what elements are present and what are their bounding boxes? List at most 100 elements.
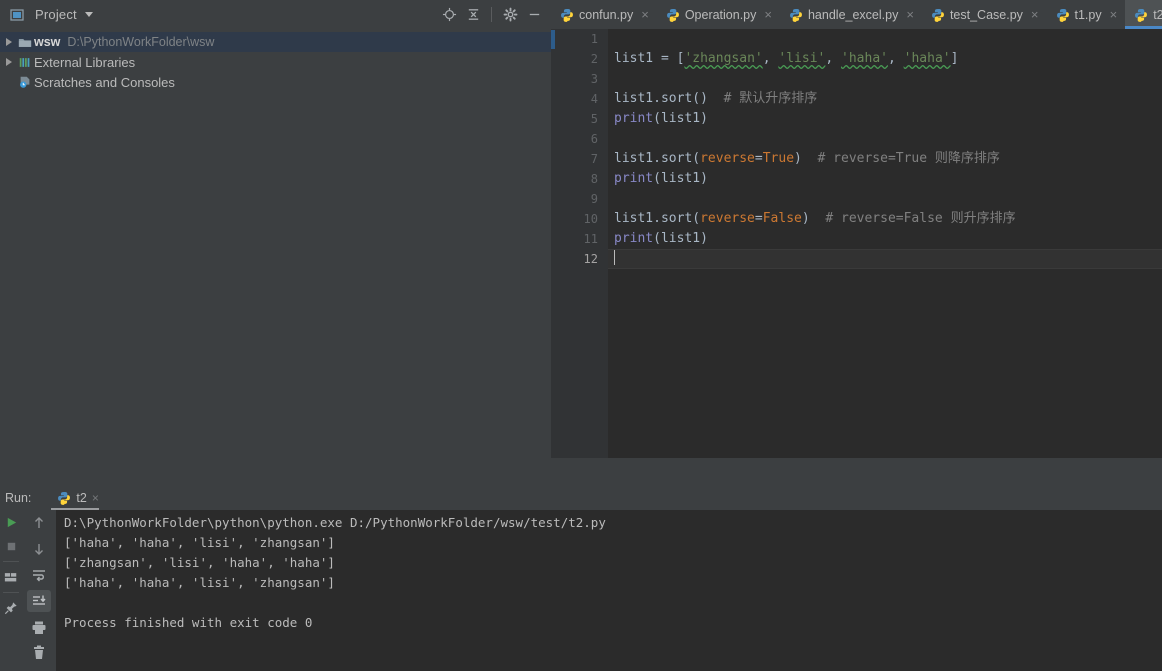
line-number: 5 [590, 112, 598, 126]
rerun-icon[interactable] [0, 510, 22, 534]
code-token-string: 'haha' [841, 51, 888, 66]
line-number: 8 [590, 172, 598, 186]
layout-icon[interactable] [0, 565, 22, 589]
console-line: Process finished with exit code 0 [64, 615, 313, 630]
editor-tab-handle_excel-py[interactable]: handle_excel.py × [780, 0, 922, 29]
close-icon[interactable]: × [92, 491, 99, 505]
code-token-plain: = [754, 211, 763, 226]
close-icon[interactable]: × [906, 8, 914, 21]
code-token-kwarg: reverse [700, 211, 755, 226]
pin-icon[interactable] [0, 596, 22, 620]
locate-target-icon[interactable] [438, 4, 460, 26]
project-panel-title: Project [35, 7, 77, 22]
editor-tab-Operation-py[interactable]: Operation.py × [657, 0, 780, 29]
scroll-to-end-icon[interactable] [22, 588, 56, 614]
console-output[interactable]: D:\PythonWorkFolder\python\python.exe D:… [56, 510, 1162, 671]
code-token-plain: ) [794, 151, 802, 166]
run-label: Run: [5, 491, 32, 505]
code-line: print(list1) [608, 109, 1162, 129]
code-token-pyfunc: print [614, 231, 654, 246]
tab-label: t2 [1153, 7, 1162, 22]
arrow-up-icon[interactable] [22, 510, 56, 536]
toolbar-divider [491, 7, 492, 22]
run-tab-t2[interactable]: t2 × [51, 486, 104, 510]
editor-tab-t2[interactable]: t2 [1125, 0, 1162, 29]
python-file-icon [931, 8, 945, 22]
line-number: 9 [590, 192, 598, 206]
console-actions-toolbar [22, 510, 56, 671]
code-token-plain: list1.sort( [614, 211, 701, 226]
line-number: 7 [590, 152, 598, 166]
python-file-icon [1134, 8, 1148, 22]
close-icon[interactable]: × [764, 8, 772, 21]
library-bars-icon [16, 56, 34, 69]
code-token-pyfunc: print [614, 171, 654, 186]
console-line: ['zhangsan', 'lisi', 'haha', 'haha'] [64, 555, 335, 570]
run-tab-label: t2 [76, 491, 87, 505]
run-panel-body: D:\PythonWorkFolder\python\python.exe D:… [0, 510, 1162, 671]
close-icon[interactable]: × [1031, 8, 1039, 21]
console-line: ['haha', 'haha', 'lisi', 'zhangsan'] [64, 575, 335, 590]
tree-item-external-libraries[interactable]: External Libraries [0, 52, 551, 72]
soft-wrap-icon[interactable] [22, 562, 56, 588]
code-token-plain: , [762, 51, 779, 66]
trash-icon[interactable] [22, 640, 56, 666]
editor-tab-confun-py[interactable]: confun.py × [551, 0, 657, 29]
pycharm-window: Project confun.py × Operation.py × handl… [0, 0, 1162, 671]
line-number: 11 [583, 232, 598, 246]
code-line: list1.sort(reverse=True) # reverse=True … [608, 149, 1162, 169]
code-token-comment: # 默认升序排序 [707, 91, 818, 106]
run-panel-header: Run: t2 × [0, 486, 1162, 510]
close-icon[interactable]: × [1110, 8, 1118, 21]
print-icon[interactable] [22, 614, 56, 640]
tab-label: handle_excel.py [807, 7, 899, 22]
arrow-down-icon[interactable] [22, 536, 56, 562]
editor-tab-test_Case-py[interactable]: test_Case.py × [922, 0, 1047, 29]
gear-icon[interactable] [499, 4, 521, 26]
code-token-pyfunc: print [614, 111, 654, 126]
code-token-plain: , [825, 51, 842, 66]
close-icon[interactable]: × [641, 8, 649, 21]
python-file-icon [666, 8, 680, 22]
stop-icon[interactable] [0, 534, 22, 558]
code-editor[interactable]: 1 2 3 4 5 6 7 8 9 10 11 12 list1 = ['zhangsan', 'li… [551, 29, 1162, 458]
triangle-right-icon[interactable] [2, 38, 16, 46]
tree-item-path: D:\PythonWorkFolder\wsw [67, 35, 215, 49]
text-cursor [614, 250, 615, 265]
collapse-all-icon[interactable] [462, 4, 484, 26]
code-token-plain: , [887, 51, 904, 66]
toolbar-divider [3, 592, 19, 593]
code-token-plain: (list1) [653, 111, 708, 126]
tab-label: t1.py [1074, 7, 1102, 22]
code-line: list1.sort(reverse=False) # reverse=Fals… [608, 209, 1162, 229]
code-token-string: 'haha' [903, 51, 951, 66]
code-line: print(list1) [608, 169, 1162, 189]
editor-tab-t1-py[interactable]: t1.py × [1047, 0, 1126, 29]
tab-label: test_Case.py [949, 7, 1023, 22]
minimize-icon[interactable] [523, 4, 545, 26]
code-line: list1.sort() # 默认升序排序 [608, 89, 1162, 109]
triangle-right-icon[interactable] [2, 58, 16, 66]
code-content[interactable]: list1 = ['zhangsan', 'lisi', 'haha', 'ha… [608, 29, 1162, 458]
code-token-plain: ) [801, 211, 810, 226]
chevron-down-icon[interactable] [84, 12, 93, 17]
python-file-icon [1056, 8, 1070, 22]
tree-item-wsw[interactable]: wsw D:\PythonWorkFolder\wsw [0, 32, 551, 52]
python-file-icon [57, 491, 71, 505]
code-token-plain: list1.sort( [614, 151, 701, 166]
tab-label: confun.py [579, 7, 634, 22]
line-number: 6 [590, 132, 598, 146]
project-toolbar [438, 4, 551, 26]
toolbar-divider [3, 561, 19, 562]
python-file-icon [560, 8, 574, 22]
code-token-string: 'lisi' [778, 51, 826, 66]
code-token-comment: # reverse=True 则降序排序 [801, 151, 1000, 166]
line-number: 2 [590, 52, 598, 66]
line-number: 4 [590, 92, 598, 106]
code-token-plain: list1 = [ [614, 51, 685, 66]
tree-item-scratches-and-consoles[interactable]: Scratches and Consoles [0, 72, 551, 92]
project-panel-header: Project [0, 0, 551, 29]
